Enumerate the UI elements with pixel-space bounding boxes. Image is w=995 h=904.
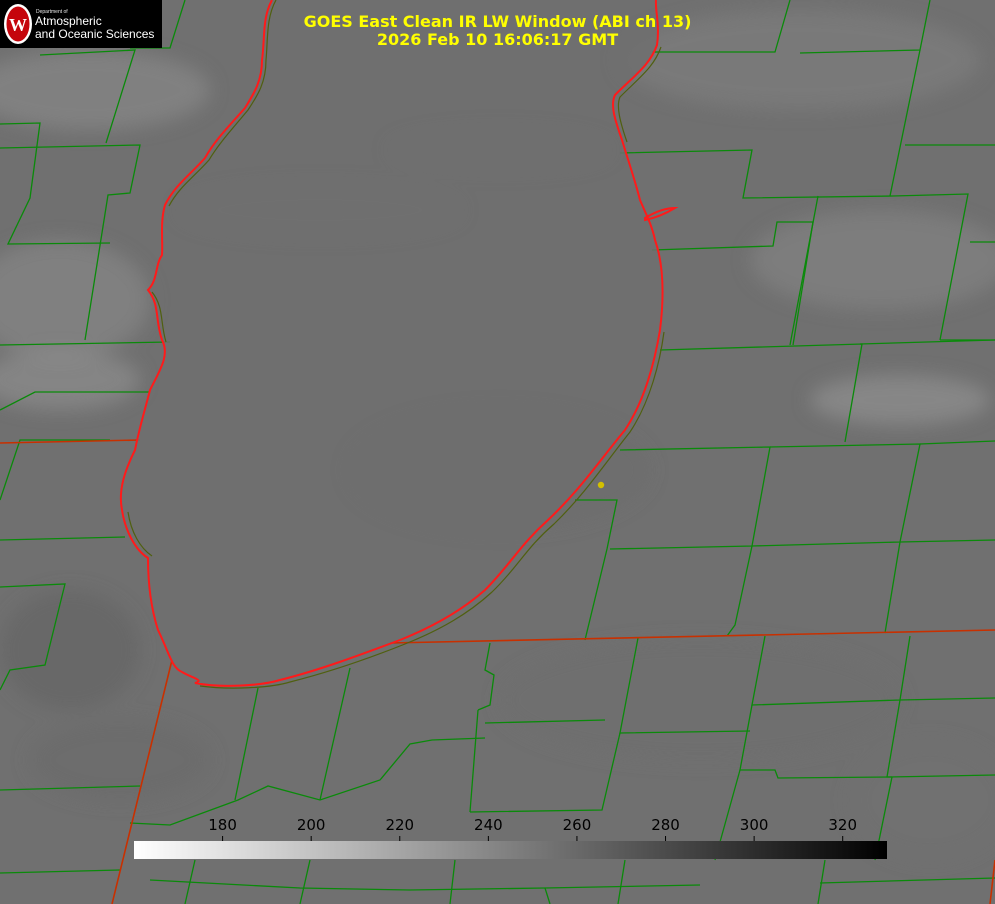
satellite-map: 180 200 220 240 260 280 300 320	[0, 0, 995, 904]
colorbar-tick-label: 320	[828, 816, 857, 834]
colorbar-tick-label: 280	[651, 816, 680, 834]
colorbar-tick-label: 200	[297, 816, 326, 834]
colorbar-tick-label: 300	[740, 816, 769, 834]
colorbar-tick-label: 220	[385, 816, 414, 834]
colorbar-tick-label: 260	[563, 816, 592, 834]
product-title: GOES East Clean IR LW Window (ABI ch 13)	[303, 12, 692, 31]
colorbar-tick-label: 240	[474, 816, 503, 834]
location-marker	[597, 481, 605, 489]
colorbar-tick-label: 180	[208, 816, 237, 834]
observation-timestamp: 2026 Feb 10 16:06:17 GMT	[376, 30, 619, 49]
colorbar-gradient	[134, 841, 887, 859]
